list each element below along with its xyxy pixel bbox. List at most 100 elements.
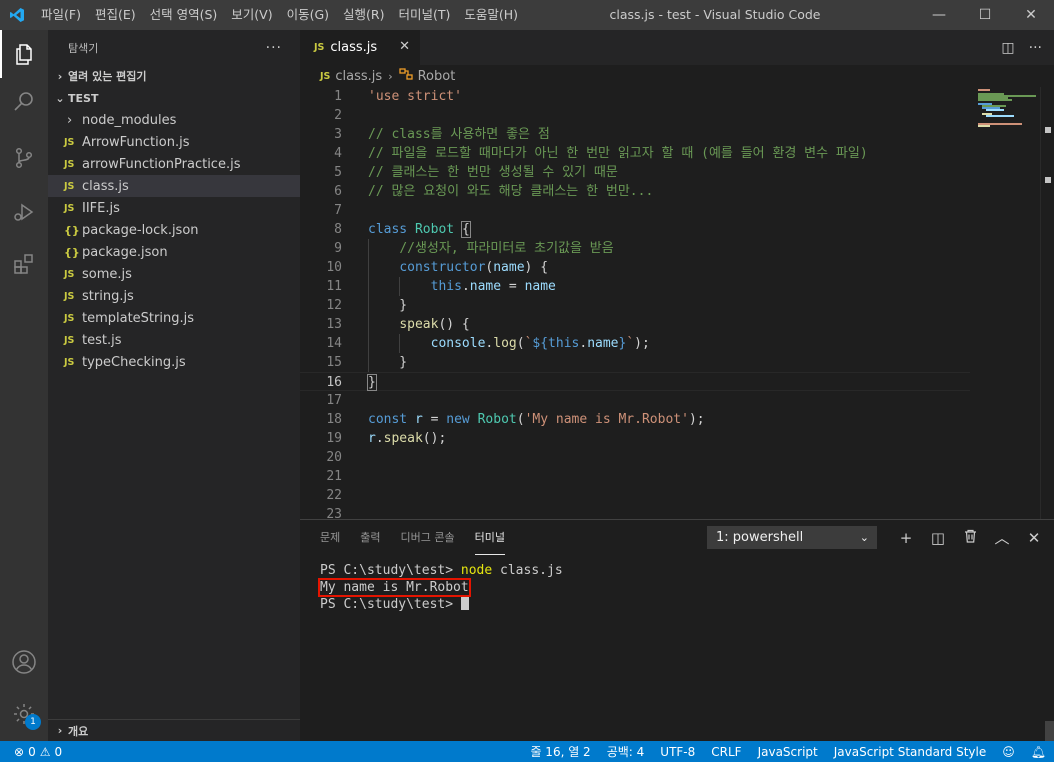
file-tree-item[interactable]: {} package-lock.json [48,219,300,241]
chevron-down-icon: ⌄ [55,91,65,105]
encoding[interactable]: UTF-8 [652,745,703,759]
chevron-down-icon: ⌄ [859,531,869,544]
code-text: // 클래스는 한 번만 생성될 수 있기 때문 [368,165,618,180]
notifications-bell-icon[interactable]: 🔔︎ [1023,745,1054,759]
kill-terminal-icon[interactable] [954,529,986,547]
panel-tab[interactable]: 출력 [360,520,380,555]
end-of-line[interactable]: CRLF [703,745,749,759]
extensions-icon[interactable] [0,240,48,288]
problems-status[interactable]: ⊗ 0 ⚠ 0 [0,745,62,759]
file-tree-item[interactable]: {} package.json [48,241,300,263]
language-mode[interactable]: JavaScript [750,745,826,759]
menu-item[interactable]: 실행(R) [336,0,391,30]
menu-item[interactable]: 보기(V) [224,0,279,30]
breadcrumb-symbol[interactable]: Robot [418,69,456,84]
new-terminal-icon[interactable]: + [890,529,922,547]
menu-item[interactable]: 파일(F) [34,0,88,30]
maximize-panel-icon[interactable]: ︿ [986,527,1018,548]
close-tab-icon[interactable]: ✕ [399,39,410,54]
panel-tab[interactable]: 문제 [320,520,340,555]
open-editors-section[interactable]: › 열려 있는 편집기 [48,65,300,87]
line-number: 16 [326,375,342,390]
file-tree-item[interactable]: JS string.js [48,285,300,307]
linter-style[interactable]: JavaScript Standard Style [826,745,995,759]
line-number: 5 [334,165,342,180]
code-line: 19 r.speak(); [300,429,970,448]
panel-tab[interactable]: 디버그 콘솔 [401,520,455,555]
chevron-right-icon: › [57,724,63,737]
file-tree-item[interactable]: JS some.js [48,263,300,285]
menu-item[interactable]: 터미널(T) [392,0,458,30]
menu-item[interactable]: 편집(E) [88,0,143,30]
code-text: } [368,298,408,313]
code-line: 7 [300,201,970,220]
code-line: 5 // 클래스는 한 번만 생성될 수 있기 때문 [300,163,970,182]
feedback-icon[interactable]: ☺ [994,745,1023,759]
code-line: 21 [300,467,970,486]
terminal-output-highlight: My name is Mr.Robot [318,578,471,597]
run-debug-icon[interactable] [0,188,48,236]
error-icon: ⊗ [14,744,25,759]
line-number: 12 [326,298,342,313]
code-text: const r = new Robot('My name is Mr.Robot… [368,412,705,427]
code-line: 4 // 파일을 로드할 때마다가 아닌 한 번만 읽고자 할 때 (예를 들어 … [300,144,970,163]
split-editor-icon[interactable]: ◫ [1001,40,1014,56]
bottom-panel: 문제 출력 디버그 콘솔 터미널 1: powershell ⌄ + ◫ ︿ ✕ PS… [300,519,1054,741]
line-number: 9 [334,241,342,256]
more-actions-icon[interactable]: ··· [1029,40,1042,56]
minimap[interactable] [970,87,1040,187]
file-tree-item[interactable]: JS arrowFunctionPractice.js [48,153,300,175]
tab-class-js[interactable]: JS class.js ✕ [300,30,420,65]
folder-section[interactable]: ⌄ TEST [48,87,300,109]
terminal-output[interactable]: PS C:\study\test> node class.js My name … [318,562,563,613]
menu-item[interactable]: 선택 영역(S) [143,0,225,30]
code-text: // class를 사용하면 좋은 점 [368,127,550,142]
manage-badge: 1 [25,714,41,730]
file-tree-item[interactable]: JS templateString.js [48,307,300,329]
account-icon[interactable] [0,638,48,686]
file-tree-item[interactable]: JS ArrowFunction.js [48,131,300,153]
file-name: arrowFunctionPractice.js [82,156,241,172]
menu-item[interactable]: 이동(G) [280,0,336,30]
terminal-select[interactable]: 1: powershell ⌄ [707,526,877,549]
manage-gear-icon[interactable]: 1 [0,690,48,738]
file-tree-item[interactable]: JS IIFE.js [48,197,300,219]
minimize-button[interactable]: — [916,0,962,30]
outline-label: 개요 [68,724,89,738]
editor-scrollbar[interactable] [1040,87,1054,519]
code-text: 'use strict' [368,89,462,104]
maximize-button[interactable]: ☐ [962,0,1008,30]
file-tree-item[interactable]: › node_modules [48,109,300,131]
window-title: class.js - test - Visual Studio Code [609,7,821,22]
file-tree-item[interactable]: JS test.js [48,329,300,351]
explorer-icon[interactable] [0,30,48,78]
more-actions-icon[interactable]: ··· [266,40,282,56]
panel-scrollbar[interactable] [1045,721,1054,741]
close-panel-icon[interactable]: ✕ [1018,529,1050,547]
code-line: 14 console.log(`${this.name}`); [300,334,970,353]
split-terminal-icon[interactable]: ◫ [922,529,954,547]
indentation[interactable]: 공백: 4 [599,743,653,760]
search-icon[interactable] [0,78,48,126]
outline-section[interactable]: › 개요 [48,719,300,741]
breadcrumb-file[interactable]: class.js [335,69,382,84]
close-window-button[interactable]: ✕ [1008,0,1054,30]
editor-tabs: JS class.js ✕ ◫ ··· [300,30,1054,65]
js-file-icon: JS [64,312,75,324]
terminal-line: PS C:\study\test> [320,596,563,613]
menu-item[interactable]: 도움말(H) [457,0,525,30]
line-number: 23 [326,507,342,519]
code-line: 6 // 많은 요청이 와도 해당 클래스는 한 번만... [300,182,970,201]
menu-bar: 파일(F) 편집(E) 선택 영역(S) 보기(V) 이동(G) 실행(R) 터미널(T) 도… [34,0,525,30]
cursor-position[interactable]: 줄 16, 열 2 [522,743,598,760]
code-editor[interactable]: 1'use strict' 2 3// class를 사용하면 좋은 점 4// 파일… [300,87,1054,519]
file-name: package.json [82,244,168,260]
source-control-icon[interactable] [0,134,48,182]
file-tree-item[interactable]: JS typeChecking.js [48,351,300,373]
code-line: 16} [300,372,970,391]
code-text: console.log(`${this.name}`); [430,336,650,351]
terminal-line: PS C:\study\test> node class.js [320,562,563,579]
panel-tab[interactable]: 터미널 [474,520,505,555]
warning-count: 0 [54,744,63,759]
file-tree-item[interactable]: JS class.js [48,175,300,197]
